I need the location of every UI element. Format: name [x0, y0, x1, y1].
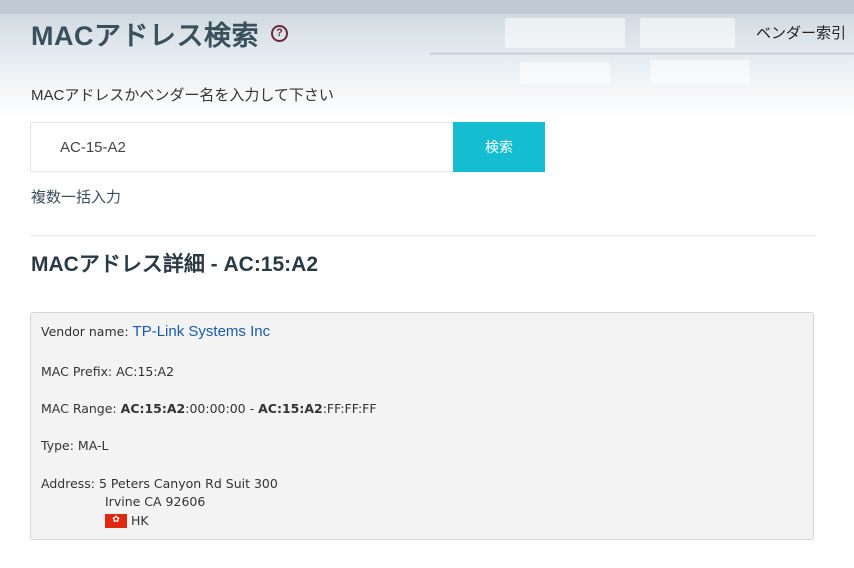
search-prompt: MACアドレスかベンダー名を入力して下さい: [31, 87, 334, 104]
mac-range-start-prefix: AC:15:A2: [120, 401, 186, 416]
address-line2: Irvine CA 92606: [105, 494, 206, 509]
type-row: Type: MA-L: [41, 438, 108, 453]
details-panel: Vendor name: TP-Link Systems Inc MAC Pre…: [30, 312, 814, 540]
country-code: HK: [131, 513, 149, 528]
flag-hk-icon: ✿: [105, 513, 127, 528]
type-label: Type:: [41, 438, 74, 453]
vendor-name-label: Vendor name:: [41, 324, 129, 339]
mac-range-separator: -: [245, 401, 259, 416]
search-button[interactable]: 検索: [453, 122, 545, 172]
page-title: MACアドレス検索: [31, 21, 259, 51]
address-country: ✿ HK: [105, 513, 149, 528]
divider: [30, 235, 815, 236]
mac-range-end-prefix: AC:15:A2: [258, 401, 323, 416]
address-row: Address: 5 Peters Canyon Rd Suit 300: [41, 476, 278, 491]
search-input[interactable]: [30, 122, 453, 172]
address-line1: 5 Peters Canyon Rd Suit 300: [98, 476, 278, 491]
mac-range-row: MAC Range: AC:15:A2:00:00:00 - AC:15:A2:…: [41, 401, 377, 416]
address-label: Address:: [41, 476, 95, 491]
details-title: MACアドレス詳細 - AC:15:A2: [31, 253, 319, 276]
vendor-row: Vendor name: TP-Link Systems Inc: [41, 323, 270, 340]
mac-range-end-suffix: :FF:FF:FF: [322, 401, 377, 416]
vendor-name-link[interactable]: TP-Link Systems Inc: [133, 323, 271, 340]
vendor-index-link[interactable]: ベンダー索引: [756, 22, 846, 43]
question-circle-icon[interactable]: ?: [271, 25, 288, 42]
mac-range-start-suffix: :00:00:00: [185, 401, 246, 416]
mac-prefix-row: MAC Prefix: AC:15:A2: [41, 364, 174, 379]
mac-prefix-value: AC:15:A2: [116, 364, 175, 379]
search-form: 検索: [30, 122, 545, 172]
bulk-input-link[interactable]: 複数一括入力: [31, 186, 121, 207]
type-value: MA-L: [77, 438, 109, 453]
mac-range-label: MAC Range:: [41, 401, 117, 416]
title-row: MACアドレス検索 ?: [31, 14, 288, 53]
mac-prefix-label: MAC Prefix:: [41, 364, 113, 379]
